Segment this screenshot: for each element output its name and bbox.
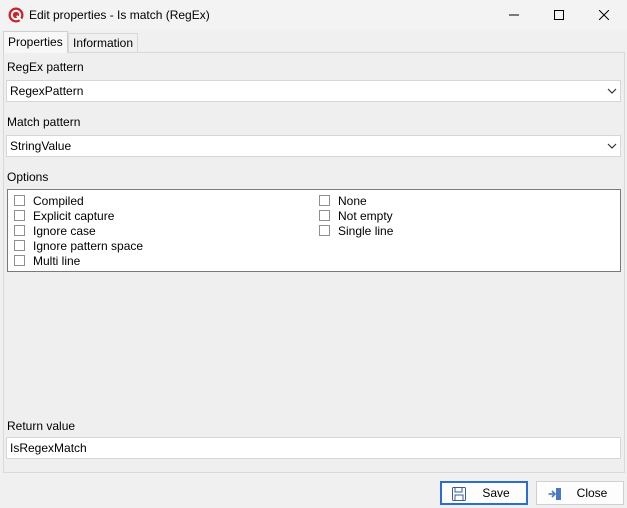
checkbox[interactable]: [14, 210, 25, 221]
tab-information[interactable]: Information: [68, 33, 139, 53]
checkbox[interactable]: [319, 210, 330, 221]
option-label: Ignore pattern space: [33, 238, 144, 253]
option-label: Multi line: [33, 253, 81, 268]
save-label: Save: [482, 486, 510, 500]
window-title: Edit properties - Is match (RegEx): [29, 8, 210, 22]
tab-properties-label: Properties: [8, 35, 63, 49]
regex-pattern-combobox[interactable]: RegexPattern: [6, 80, 621, 102]
minimize-button[interactable]: [491, 0, 537, 30]
option-label: Explicit capture: [33, 208, 115, 223]
close-icon: [599, 10, 609, 20]
checkbox[interactable]: [319, 195, 330, 206]
tab-information-label: Information: [73, 36, 134, 50]
chevron-down-icon: [607, 88, 617, 94]
match-pattern-combobox[interactable]: StringValue: [6, 135, 621, 157]
option-label: None: [338, 193, 367, 208]
option-label: Compiled: [33, 193, 84, 208]
regex-pattern-value: RegexPattern: [10, 84, 84, 98]
match-pattern-value: StringValue: [10, 139, 72, 153]
option-label: Not empty: [338, 208, 393, 223]
return-value-label: Return value: [7, 419, 76, 433]
option-compiled[interactable]: Compiled: [14, 193, 84, 208]
regex-pattern-label: RegEx pattern: [7, 60, 84, 74]
option-explicit-capture[interactable]: Explicit capture: [14, 208, 114, 223]
checkbox[interactable]: [14, 195, 25, 206]
options-label: Options: [7, 170, 49, 184]
option-not-empty[interactable]: Not empty: [319, 208, 393, 223]
maximize-icon: [554, 10, 564, 20]
checkbox[interactable]: [14, 240, 25, 251]
title-bar: Edit properties - Is match (RegEx): [0, 0, 627, 30]
chevron-down-icon: [607, 143, 617, 149]
option-ignore-pattern-space[interactable]: Ignore pattern space: [14, 238, 143, 253]
option-multi-line[interactable]: Multi line: [14, 253, 80, 268]
option-single-line[interactable]: Single line: [319, 223, 393, 238]
close-button[interactable]: Close: [536, 481, 624, 505]
checkbox[interactable]: [319, 225, 330, 236]
exit-arrow-icon: [548, 488, 561, 500]
floppy-disk-icon: [452, 487, 466, 501]
save-button[interactable]: Save: [440, 481, 528, 505]
maximize-button[interactable]: [536, 0, 582, 30]
option-none[interactable]: None: [319, 193, 367, 208]
minimize-icon: [509, 14, 519, 16]
option-ignore-case[interactable]: Ignore case: [14, 223, 96, 238]
tab-properties[interactable]: Properties: [3, 31, 68, 53]
option-label: Ignore case: [33, 223, 96, 238]
return-value-text: IsRegexMatch: [10, 441, 87, 455]
return-value-input[interactable]: IsRegexMatch: [6, 437, 621, 459]
options-checklist: Compiled Explicit capture Ignore case Ig…: [7, 189, 621, 272]
checkbox[interactable]: [14, 225, 25, 236]
app-logo-icon: [8, 7, 24, 23]
match-pattern-label: Match pattern: [7, 115, 81, 129]
checkbox[interactable]: [14, 255, 25, 266]
close-window-button[interactable]: [581, 0, 627, 30]
option-label: Single line: [338, 223, 394, 238]
